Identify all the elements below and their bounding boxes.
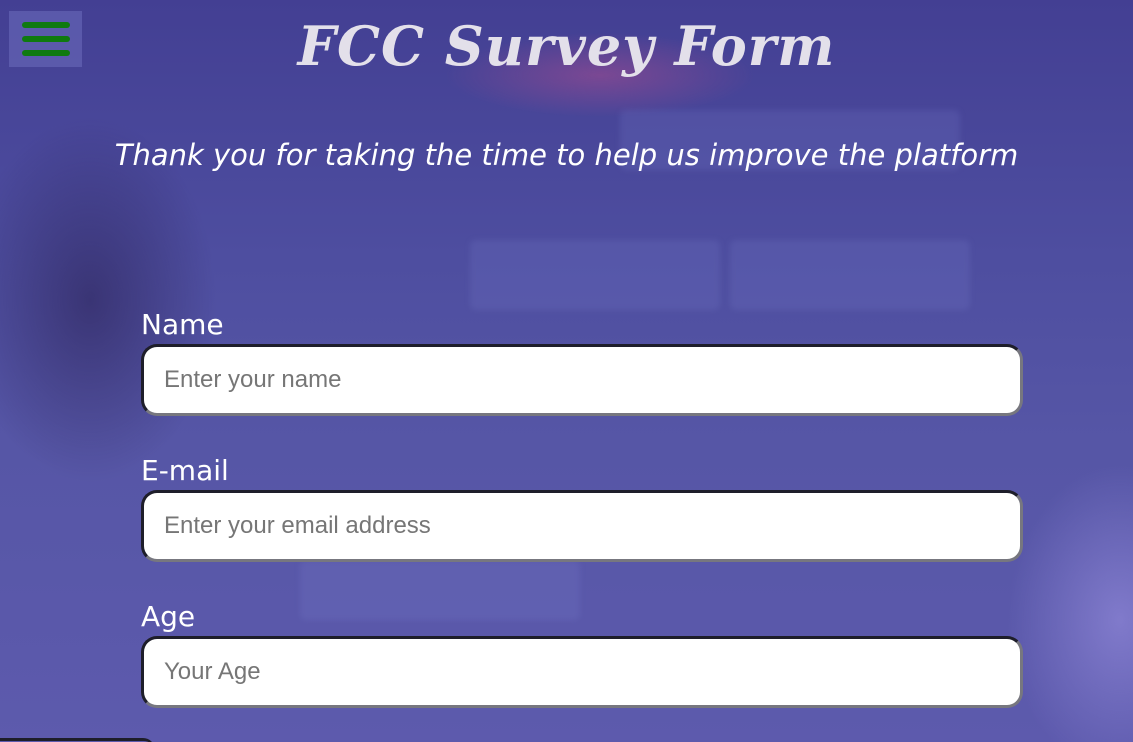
age-label: Age bbox=[141, 600, 196, 633]
background-decoration bbox=[730, 240, 970, 310]
email-input[interactable] bbox=[141, 490, 1023, 562]
offscreen-element-edge bbox=[0, 738, 155, 742]
email-label: E-mail bbox=[141, 454, 229, 487]
age-input[interactable] bbox=[141, 636, 1023, 708]
background-decoration bbox=[470, 240, 720, 310]
name-input[interactable] bbox=[141, 344, 1023, 416]
name-label: Name bbox=[141, 308, 224, 341]
page-subtitle: Thank you for taking the time to help us… bbox=[114, 138, 1019, 172]
page-title: FCC Survey Form bbox=[297, 14, 836, 78]
background-decoration bbox=[300, 560, 580, 620]
